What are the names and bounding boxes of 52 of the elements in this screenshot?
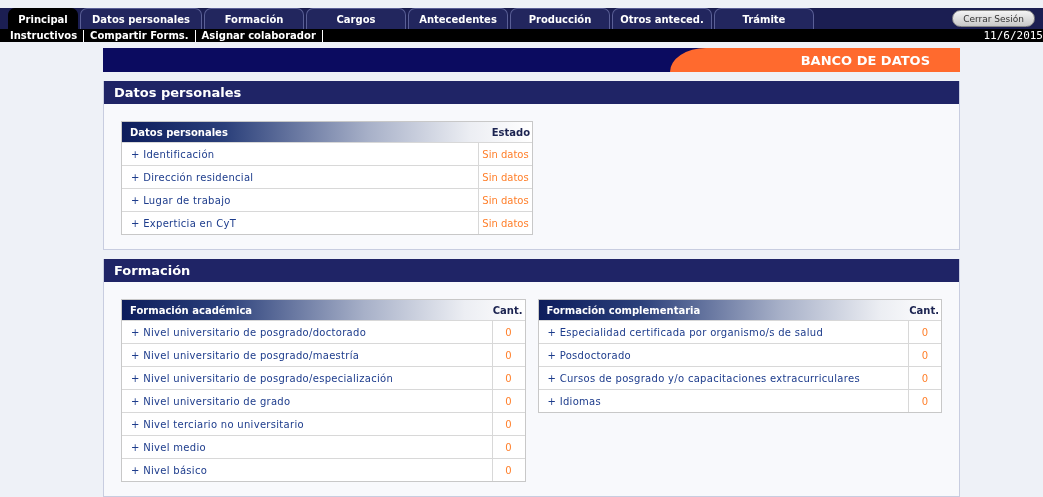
menu-link[interactable]: Asignar colaborador bbox=[201, 29, 323, 42]
row-link[interactable]: + Experticia en CyT bbox=[122, 212, 478, 234]
row-link[interactable]: + Especialidad certificada por organismo/s de salud bbox=[538, 321, 908, 343]
status-cell: 0 bbox=[491, 344, 525, 366]
status-cell: 0 bbox=[491, 321, 525, 343]
nav-tab[interactable]: Otros anteced. bbox=[612, 8, 712, 29]
column-heading: Cant. bbox=[909, 304, 939, 316]
row-link[interactable]: + Posdoctorado bbox=[538, 344, 908, 366]
status-cell: Sin datos bbox=[478, 143, 532, 165]
status-cell: 0 bbox=[491, 390, 525, 412]
status-cell: 0 bbox=[491, 413, 525, 435]
nav-tab[interactable]: Formación bbox=[204, 8, 304, 29]
menu-link[interactable]: Instructivos bbox=[10, 29, 85, 42]
logout-button[interactable]: Cerrar Sesión bbox=[952, 10, 1035, 27]
status-cell: 0 bbox=[908, 321, 941, 343]
nav-tab[interactable]: Datos personales bbox=[80, 8, 202, 29]
status-cell: 0 bbox=[908, 367, 941, 389]
row-link[interactable]: + Nivel básico bbox=[122, 459, 492, 481]
status-cell: Sin datos bbox=[478, 166, 532, 188]
column-heading: Formación académica bbox=[130, 304, 253, 316]
row-link[interactable]: + Lugar de trabajo bbox=[122, 189, 478, 211]
status-cell: 0 bbox=[491, 436, 525, 458]
row-link[interactable]: + Nivel medio bbox=[122, 436, 492, 458]
column-heading: Estado bbox=[491, 126, 530, 138]
banner-title: BANCO DE DATOS bbox=[800, 52, 931, 68]
nav-tab[interactable]: Trámite bbox=[714, 8, 814, 29]
status-cell: 0 bbox=[491, 367, 525, 389]
nav-tab[interactable]: Cargos bbox=[306, 8, 406, 29]
row-link[interactable]: + Identificación bbox=[122, 143, 478, 165]
nav-tab[interactable]: Antecedentes bbox=[408, 8, 508, 29]
nav-tab[interactable]: Producción bbox=[510, 8, 610, 29]
section-title: Datos personales bbox=[104, 81, 959, 104]
row-link[interactable]: + Nivel universitario de posgrado/especialización bbox=[122, 367, 492, 389]
row-link[interactable]: + Nivel universitario de posgrado/doctorado bbox=[122, 321, 492, 343]
status-cell: Sin datos bbox=[478, 189, 532, 211]
column-heading: Formación complementaria bbox=[546, 304, 701, 316]
row-link[interactable]: + Dirección residencial bbox=[122, 166, 478, 188]
row-link[interactable]: + Idiomas bbox=[538, 390, 908, 412]
row-link[interactable]: + Nivel terciario no universitario bbox=[122, 413, 492, 435]
menu-link[interactable]: Compartir Forms. bbox=[90, 29, 196, 42]
section-title: Formación bbox=[104, 259, 959, 282]
row-link[interactable]: + Nivel universitario de grado bbox=[122, 390, 492, 412]
nav-tab[interactable]: Principal bbox=[8, 8, 78, 29]
status-cell: 0 bbox=[908, 344, 941, 366]
date-text: 11/6/2015 bbox=[983, 29, 1043, 42]
column-heading: Datos personales bbox=[130, 126, 228, 138]
column-heading: Cant. bbox=[492, 304, 523, 316]
row-link[interactable]: + Cursos de posgrado y/o capacitaciones extracurriculares bbox=[538, 367, 908, 389]
status-cell: 0 bbox=[908, 390, 941, 412]
status-cell: 0 bbox=[491, 459, 525, 481]
row-link[interactable]: + Nivel universitario de posgrado/maestría bbox=[122, 344, 492, 366]
status-cell: Sin datos bbox=[478, 212, 532, 234]
